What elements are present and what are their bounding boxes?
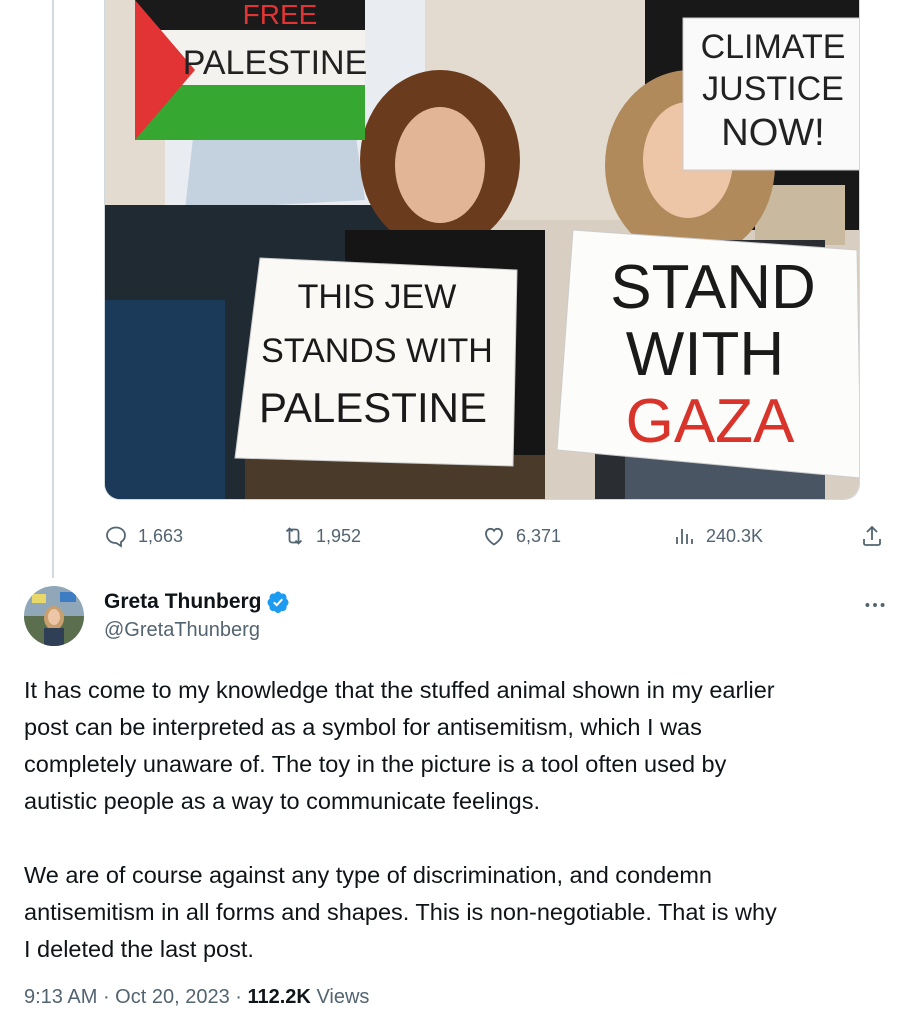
sign-jew-line3: PALESTINE xyxy=(259,384,487,431)
meta-separator: · xyxy=(102,986,116,1008)
reply-icon xyxy=(106,526,126,548)
tweet-views-count: 112.2K xyxy=(247,986,311,1008)
views-button[interactable]: 240.3K xyxy=(672,518,763,554)
retweet-button[interactable]: 1,952 xyxy=(282,518,361,554)
tweet-views-label: Views xyxy=(316,986,370,1008)
meta-separator: · xyxy=(235,986,248,1008)
share-button[interactable] xyxy=(860,518,884,554)
sign-stand-line1: STAND xyxy=(610,253,816,322)
tweet-photo[interactable]: FREE PALESTINE CLIMATE JUSTICE NOW! THIS… xyxy=(104,0,860,500)
tweet-date[interactable]: Oct 20, 2023 xyxy=(115,986,230,1008)
sign-stand-line2: WITH xyxy=(626,320,784,389)
sign-climate-line2: JUSTICE xyxy=(702,70,844,108)
sign-stand-line3: GAZA xyxy=(626,387,795,456)
free-palestine-sign: FREE PALESTINE xyxy=(135,0,367,140)
tweet-text: It has come to my knowledge that the stu… xyxy=(24,677,777,962)
share-icon xyxy=(863,525,881,546)
author-handle[interactable]: @GretaThunberg xyxy=(104,619,260,642)
tweet-meta: 9:13 AM · Oct 20, 2023 · 112.2K Views xyxy=(24,986,369,1009)
engagement-bar: 1,663 1,952 6,371 240.3K xyxy=(104,518,892,554)
verified-icon xyxy=(267,591,289,613)
views-icon xyxy=(676,529,693,544)
stand-with-gaza-sign: STAND WITH GAZA xyxy=(556,229,859,479)
tweet-header: Greta Thunberg @GretaThunberg xyxy=(24,586,894,650)
tweet-time[interactable]: 9:13 AM xyxy=(24,986,97,1008)
like-button[interactable]: 6,371 xyxy=(482,518,561,554)
retweet-icon xyxy=(285,527,303,545)
avatar[interactable] xyxy=(24,586,84,646)
views-count: 240.3K xyxy=(706,525,764,546)
author-display-name[interactable]: Greta Thunberg xyxy=(104,590,262,614)
like-count: 6,371 xyxy=(516,525,562,546)
author-name-row[interactable]: Greta Thunberg xyxy=(104,590,290,614)
sign-climate-line1: CLIMATE xyxy=(701,28,846,66)
climate-justice-sign: CLIMATE JUSTICE NOW! xyxy=(682,17,859,171)
retweet-count: 1,952 xyxy=(316,525,362,546)
reply-count: 1,663 xyxy=(138,525,184,546)
like-icon xyxy=(485,527,503,546)
sign-climate-line3: NOW! xyxy=(721,112,824,154)
sign-jew-line2: STANDS WITH xyxy=(261,332,493,370)
sign-jew-line1: THIS JEW xyxy=(298,278,457,316)
jew-stands-sign: THIS JEW STANDS WITH PALESTINE xyxy=(234,257,518,467)
sign-palestine-text: PALESTINE xyxy=(183,44,368,82)
sign-free-text: FREE xyxy=(243,0,318,30)
reply-button[interactable]: 1,663 xyxy=(104,518,183,554)
thread-connector-line xyxy=(52,0,54,578)
more-icon[interactable] xyxy=(862,592,888,618)
